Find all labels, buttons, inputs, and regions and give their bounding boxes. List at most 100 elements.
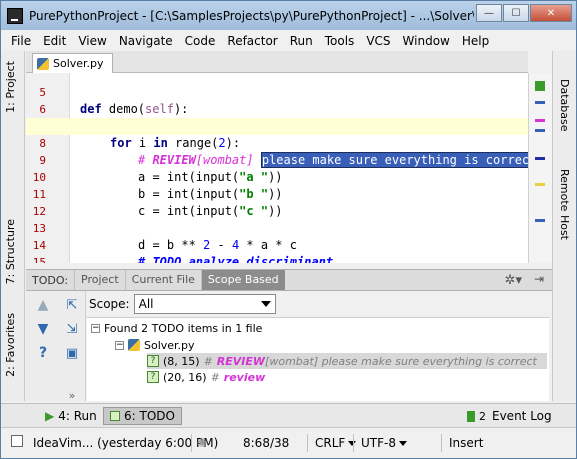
menu-navigate[interactable]: Navigate (113, 34, 179, 48)
insert-mode[interactable]: Insert (449, 436, 483, 450)
todo-tree: − Found 2 TODO items in 1 file − Solver.… (87, 317, 549, 401)
menu-window[interactable]: Window (397, 34, 456, 48)
gear-icon[interactable]: ✲▾ (505, 273, 522, 288)
menu-help[interactable]: Help (456, 34, 495, 48)
todo-tool-button[interactable]: 6: TODO (103, 407, 182, 425)
marker[interactable] (535, 183, 545, 186)
caret-position[interactable]: 8:68/38 (243, 436, 289, 450)
run-icon: ▶ (45, 409, 55, 423)
menu-refactor[interactable]: Refactor (221, 34, 283, 48)
divider (353, 434, 354, 452)
right-tool-strip: Database Remote Host (552, 51, 576, 401)
menu-vcs[interactable]: VCS (360, 34, 396, 48)
code-line[interactable]: 5 def demo(self): (26, 73, 528, 116)
tree-summary-row[interactable]: − Found 2 TODO items in 1 file (91, 320, 262, 336)
error-stripe[interactable] (528, 73, 552, 263)
scope-row: Scope: All (89, 294, 276, 314)
background-tasks-icon[interactable]: ✺ (197, 436, 207, 450)
run-tool-label: 4: Run (58, 409, 97, 423)
encoding-selector[interactable]: UTF-8 (361, 436, 407, 450)
status-bar: IdeaVim... (yesterday 6:00 PM) ✺ 8:68/38… (1, 427, 576, 458)
scope-value: All (138, 297, 154, 311)
code-editor[interactable]: 5 def demo(self): 6 # q = b**2 - 4*a*c 7… (26, 73, 528, 263)
code-line[interactable]: 15 if d >= 0: (26, 237, 528, 263)
tab-project-scope[interactable]: Project (74, 270, 125, 290)
todo-item-row[interactable]: ? (20, 16) # review (147, 369, 265, 385)
tool-window-bar: ▶ 4: Run 6: TODO 2 Event Log (1, 403, 576, 427)
event-log-button[interactable]: 2 Event Log (461, 407, 558, 425)
ide-window: PurePythonProject - [C:\SamplesProjects\… (0, 0, 577, 459)
expand-all-icon[interactable]: ⇱ (64, 297, 80, 313)
left-tool-strip: 1: Project 7: Structure 2: Favorites (1, 51, 25, 401)
event-log-icon (467, 410, 475, 422)
code-line[interactable]: 10 b = int(input("b ")) (26, 152, 528, 201)
previous-todo-icon[interactable]: ▲ (35, 297, 51, 313)
marker[interactable] (535, 101, 545, 104)
marker[interactable] (535, 219, 545, 222)
code-line[interactable]: 7 for i in range(2): (26, 101, 528, 150)
marker[interactable] (535, 129, 545, 132)
menu-bar: File Edit View Navigate Code Refactor Ru… (1, 30, 576, 51)
line-separator-selector[interactable]: CRLF (315, 436, 357, 450)
tab-structure[interactable]: 7: Structure (4, 219, 17, 284)
close-button[interactable]: ✕ (530, 4, 572, 22)
code-line[interactable]: 9 a = int(input("a ")) (26, 135, 528, 184)
menu-file[interactable]: File (5, 34, 37, 48)
tab-favorites[interactable]: 2: Favorites (4, 313, 17, 377)
help-icon[interactable]: ? (35, 345, 51, 361)
code-line[interactable]: 12 (26, 186, 528, 218)
editor-tab-solver[interactable]: Solver.py (32, 53, 113, 73)
inspection-ok-icon[interactable] (535, 81, 545, 91)
window-controls: — ☐ ✕ (475, 4, 572, 22)
todo-panel-header: TODO: Project Current File Scope Based ✲… (26, 269, 552, 291)
todo-item-position: (20, 16) (163, 370, 207, 384)
tab-project[interactable]: 1: Project (4, 61, 17, 113)
menu-run[interactable]: Run (284, 34, 319, 48)
todo-item-row[interactable]: ? (8, 15) # REVIEW [wombat] please make … (147, 353, 547, 369)
event-log-label: Event Log (492, 409, 552, 423)
collapse-toggle-icon[interactable]: − (91, 323, 100, 333)
editor-tab-strip: Solver.py (26, 51, 528, 73)
menu-edit[interactable]: Edit (37, 34, 72, 48)
marker[interactable] (535, 119, 545, 122)
preview-icon[interactable]: ▣ (64, 345, 80, 361)
collapse-all-icon[interactable]: ⇲ (64, 321, 80, 337)
code-line[interactable]: 11 c = int(input("c ")) (26, 169, 528, 218)
tab-scope-based[interactable]: Scope Based (200, 270, 285, 290)
collapse-toggle-icon[interactable]: − (115, 340, 124, 350)
menu-tools[interactable]: Tools (319, 34, 361, 48)
python-file-icon (128, 339, 140, 351)
todo-item-hash: # (203, 354, 213, 368)
scope-label: Scope: (89, 297, 130, 311)
todo-item-icon: ? (147, 371, 159, 383)
maximize-button[interactable]: ☐ (503, 4, 529, 22)
code-line[interactable]: 14 # TODO analyze discriminant (26, 220, 528, 263)
menu-view[interactable]: View (72, 34, 112, 48)
tool-windows-toggle-icon[interactable] (11, 435, 23, 450)
marker[interactable] (535, 157, 545, 160)
next-todo-icon[interactable]: ▼ (35, 321, 51, 337)
event-log-number: 2 (479, 409, 486, 423)
pycharm-app-icon[interactable] (7, 7, 23, 24)
code-line[interactable]: 13 d = b ** 2 - 4 * a * c (26, 203, 528, 252)
tab-remote-host[interactable]: Remote Host (558, 169, 571, 240)
divider (191, 434, 192, 452)
todo-icon (110, 411, 120, 421)
tab-database[interactable]: Database (558, 79, 571, 132)
todo-item-tag: review (223, 370, 266, 384)
code-line-current[interactable]: 8 # REVIEW[wombat] please make sure ever… (26, 118, 528, 168)
scope-dropdown[interactable]: All (133, 294, 276, 314)
chevron-down-icon (260, 301, 271, 307)
todo-item-tag: REVIEW (216, 354, 266, 368)
run-tool-button[interactable]: ▶ 4: Run (39, 407, 103, 425)
tab-current-file[interactable]: Current File (124, 270, 201, 290)
title-bar: PurePythonProject - [C:\SamplesProjects\… (1, 1, 576, 30)
divider (307, 434, 308, 452)
minimize-button[interactable]: — (476, 4, 502, 22)
code-line[interactable]: 6 # q = b**2 - 4*a*c (26, 84, 528, 133)
tree-file-row[interactable]: − Solver.py (115, 337, 195, 353)
menu-code[interactable]: Code (179, 34, 222, 48)
hide-panel-icon[interactable]: ⇥ (534, 272, 544, 286)
todo-summary: Found 2 TODO items in 1 file (104, 321, 263, 335)
more-icon[interactable]: » (64, 387, 80, 403)
